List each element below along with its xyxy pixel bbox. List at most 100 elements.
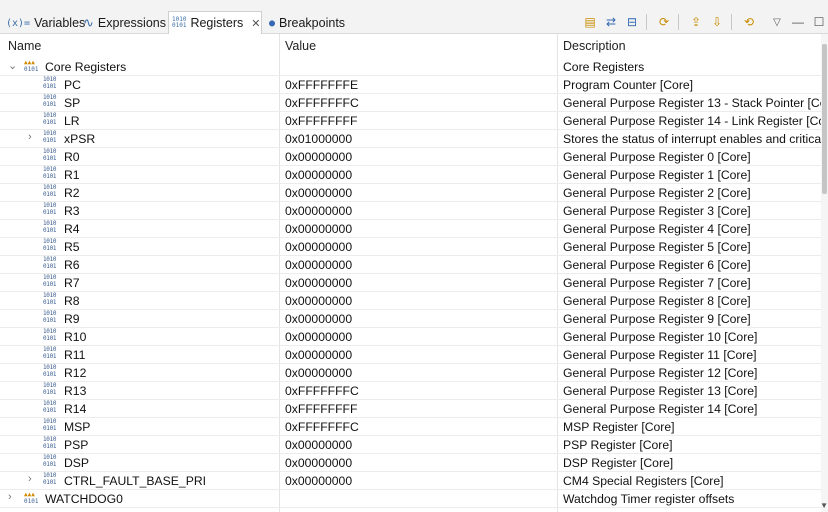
register-value[interactable]: 0x00000000 (285, 150, 352, 164)
register-value[interactable]: 0x00000000 (285, 438, 352, 452)
register-value[interactable]: 0x00000000 (285, 204, 352, 218)
column-header-description[interactable]: Description (563, 39, 626, 53)
toggle-layout-icon[interactable]: ⇄ (602, 13, 620, 31)
register-row[interactable]: 1010 0101 R3 0x00000000 General Purpose Regi… (0, 202, 821, 220)
register-value[interactable]: 0x00000000 (285, 258, 352, 272)
register-group-row[interactable]: › ▲▲▲ 0101 WATCHDOG0 Watchdog Timer register… (0, 490, 821, 508)
tab-label: Variables (34, 16, 86, 30)
register-row[interactable]: 1010 0101 R13 0xFFFFFFFC General Purpose Reg… (0, 382, 821, 400)
register-value[interactable]: 0x00000000 (285, 330, 352, 344)
register-name: WATCHDOG0 (45, 492, 123, 506)
register-description: General Purpose Register 11 [Core] (563, 348, 757, 362)
register-icon: 1010 0101 (43, 436, 57, 450)
registers-tree-table: Name Value Description ⌄ ▲▲▲ 0101 Core Regi… (0, 34, 821, 512)
register-row[interactable]: 1010 0101 R5 0x00000000 General Purpose Regi… (0, 238, 821, 256)
register-name: R7 (64, 276, 80, 290)
register-group-row[interactable]: ⌄ ▲▲▲ 0101 Core Registers Core Registers (0, 58, 821, 76)
register-description: General Purpose Register 1 [Core] (563, 168, 751, 182)
register-row[interactable]: 1010 0101 R10 0x00000000 General Purpose Reg… (0, 328, 821, 346)
view-toolbar: ▤ ⇄ ⊟ ⟳ ⇪ ⇩ ⟲ ▽ — ☐ (578, 12, 828, 32)
tab-variables[interactable]: (x)= Variables (3, 12, 85, 34)
register-row[interactable]: 1010 0101 LR 0xFFFFFFFF General Purpose Regi… (0, 112, 821, 130)
register-row[interactable]: 1010 0101 R6 0x00000000 General Purpose Regi… (0, 256, 821, 274)
register-value[interactable]: 0x00000000 (285, 222, 352, 236)
register-name: R0 (64, 150, 80, 164)
tab-expressions[interactable]: ∿ Expressions (80, 12, 169, 34)
register-name: R10 (64, 330, 87, 344)
register-value[interactable]: 0x00000000 (285, 294, 352, 308)
register-row[interactable]: 1010 0101 R2 0x00000000 General Purpose Regi… (0, 184, 821, 202)
view-menu-icon[interactable]: ▽ (768, 13, 786, 31)
register-row[interactable]: 1010 0101 R12 0x00000000 General Purpose Reg… (0, 364, 821, 382)
register-row[interactable]: 1010 0101 SP 0xFFFFFFFC General Purpose Regi… (0, 94, 821, 112)
collapse-icon[interactable]: ⌄ (8, 59, 17, 72)
register-row[interactable]: 1010 0101 R4 0x00000000 General Purpose Regi… (0, 220, 821, 238)
register-value[interactable]: 0xFFFFFFFF (285, 114, 357, 128)
register-description: Stores the status of interrupt enables a… (563, 132, 821, 146)
minimize-icon[interactable]: — (789, 13, 807, 31)
register-row[interactable]: 1010 0101 R7 0x00000000 General Purpose Regi… (0, 274, 821, 292)
registers-icon: 1010 0101 (172, 16, 187, 29)
register-description: General Purpose Register 12 [Core] (563, 366, 758, 380)
register-row[interactable]: 1010 0101 PC 0xFFFFFFFE Program Counter [Cor… (0, 76, 821, 94)
new-group-icon[interactable]: ▤ (581, 13, 599, 31)
register-description: General Purpose Register 5 [Core] (563, 240, 751, 254)
tab-breakpoints[interactable]: ● Breakpoints (266, 12, 359, 34)
register-row[interactable]: 1010 0101 R1 0x00000000 General Purpose Regi… (0, 166, 821, 184)
register-icon: 1010 0101 (43, 454, 57, 468)
register-row[interactable]: 1010 0101 MSP 0xFFFFFFFC MSP Register [Core] (0, 418, 821, 436)
scrollbar-thumb[interactable] (822, 44, 827, 194)
register-value[interactable]: 0x00000000 (285, 474, 352, 488)
register-name: R9 (64, 312, 80, 326)
expand-icon[interactable]: › (28, 473, 32, 485)
register-value[interactable]: 0x00000000 (285, 276, 352, 290)
close-icon[interactable]: ✕ (251, 17, 260, 30)
register-name: R13 (64, 384, 87, 398)
vertical-scrollbar[interactable]: ▼ (820, 34, 828, 512)
collapse-all-icon[interactable]: ⊟ (623, 13, 641, 31)
register-name: Core Registers (45, 60, 127, 74)
column-header-name[interactable]: Name (8, 39, 41, 53)
register-row[interactable]: 1010 0101 DSP 0x00000000 DSP Register [Core] (0, 454, 821, 472)
register-value[interactable]: 0xFFFFFFFE (285, 78, 358, 92)
refresh-icon[interactable]: ⟳ (655, 13, 673, 31)
scroll-down-icon[interactable]: ▼ (820, 501, 828, 510)
register-value[interactable]: 0x00000000 (285, 312, 352, 326)
register-row[interactable]: 1010 0101 R9 0x00000000 General Purpose Regi… (0, 310, 821, 328)
register-value[interactable]: 0xFFFFFFFC (285, 96, 359, 110)
register-row[interactable]: 1010 0101 PSP 0x00000000 PSP Register [Core] (0, 436, 821, 454)
register-row[interactable]: › 1010 0101 CTRL_FAULT_BASE_PRI 0x00000000 CM… (0, 472, 821, 490)
register-icon: 1010 0101 (43, 148, 57, 162)
sync-icon[interactable]: ⟲ (740, 13, 758, 31)
register-name: R1 (64, 168, 80, 182)
register-value[interactable]: 0x00000000 (285, 240, 352, 254)
column-header-value[interactable]: Value (285, 39, 316, 53)
register-value[interactable]: 0xFFFFFFFC (285, 384, 359, 398)
register-value[interactable]: 0xFFFFFFFF (285, 402, 357, 416)
register-row[interactable]: › 1010 0101 xPSR 0x01000000 Stores the status… (0, 130, 821, 148)
register-value[interactable]: 0x01000000 (285, 132, 352, 146)
register-row[interactable]: 1010 0101 R8 0x00000000 General Purpose Regi… (0, 292, 821, 310)
export-icon[interactable]: ⇪ (687, 13, 705, 31)
register-value[interactable]: 0x00000000 (285, 348, 352, 362)
register-value[interactable]: 0x00000000 (285, 456, 352, 470)
expand-icon[interactable]: › (28, 131, 32, 143)
register-description: Watchdog Timer register offsets (563, 492, 735, 506)
register-description: General Purpose Register 8 [Core] (563, 294, 751, 308)
register-icon: 1010 0101 (43, 418, 57, 432)
register-value[interactable]: 0xFFFFFFFC (285, 420, 359, 434)
register-value[interactable]: 0x00000000 (285, 366, 352, 380)
expand-icon[interactable]: › (8, 491, 12, 503)
register-row[interactable]: 1010 0101 R11 0x00000000 General Purpose Reg… (0, 346, 821, 364)
register-row[interactable]: 1010 0101 R14 0xFFFFFFFF General Purpose Reg… (0, 400, 821, 418)
register-value[interactable]: 0x00000000 (285, 168, 352, 182)
register-description: General Purpose Register 14 [Core] (563, 402, 758, 416)
tab-registers[interactable]: 1010 0101 Registers ✕ (168, 11, 262, 34)
register-name: PC (64, 78, 81, 92)
register-row[interactable]: 1010 0101 R0 0x00000000 General Purpose Regi… (0, 148, 821, 166)
register-value[interactable]: 0x00000000 (285, 186, 352, 200)
register-description: MSP Register [Core] (563, 420, 675, 434)
register-group-icon: ▲▲▲ 0101 (24, 491, 39, 505)
maximize-icon[interactable]: ☐ (810, 13, 828, 31)
import-icon[interactable]: ⇩ (708, 13, 726, 31)
